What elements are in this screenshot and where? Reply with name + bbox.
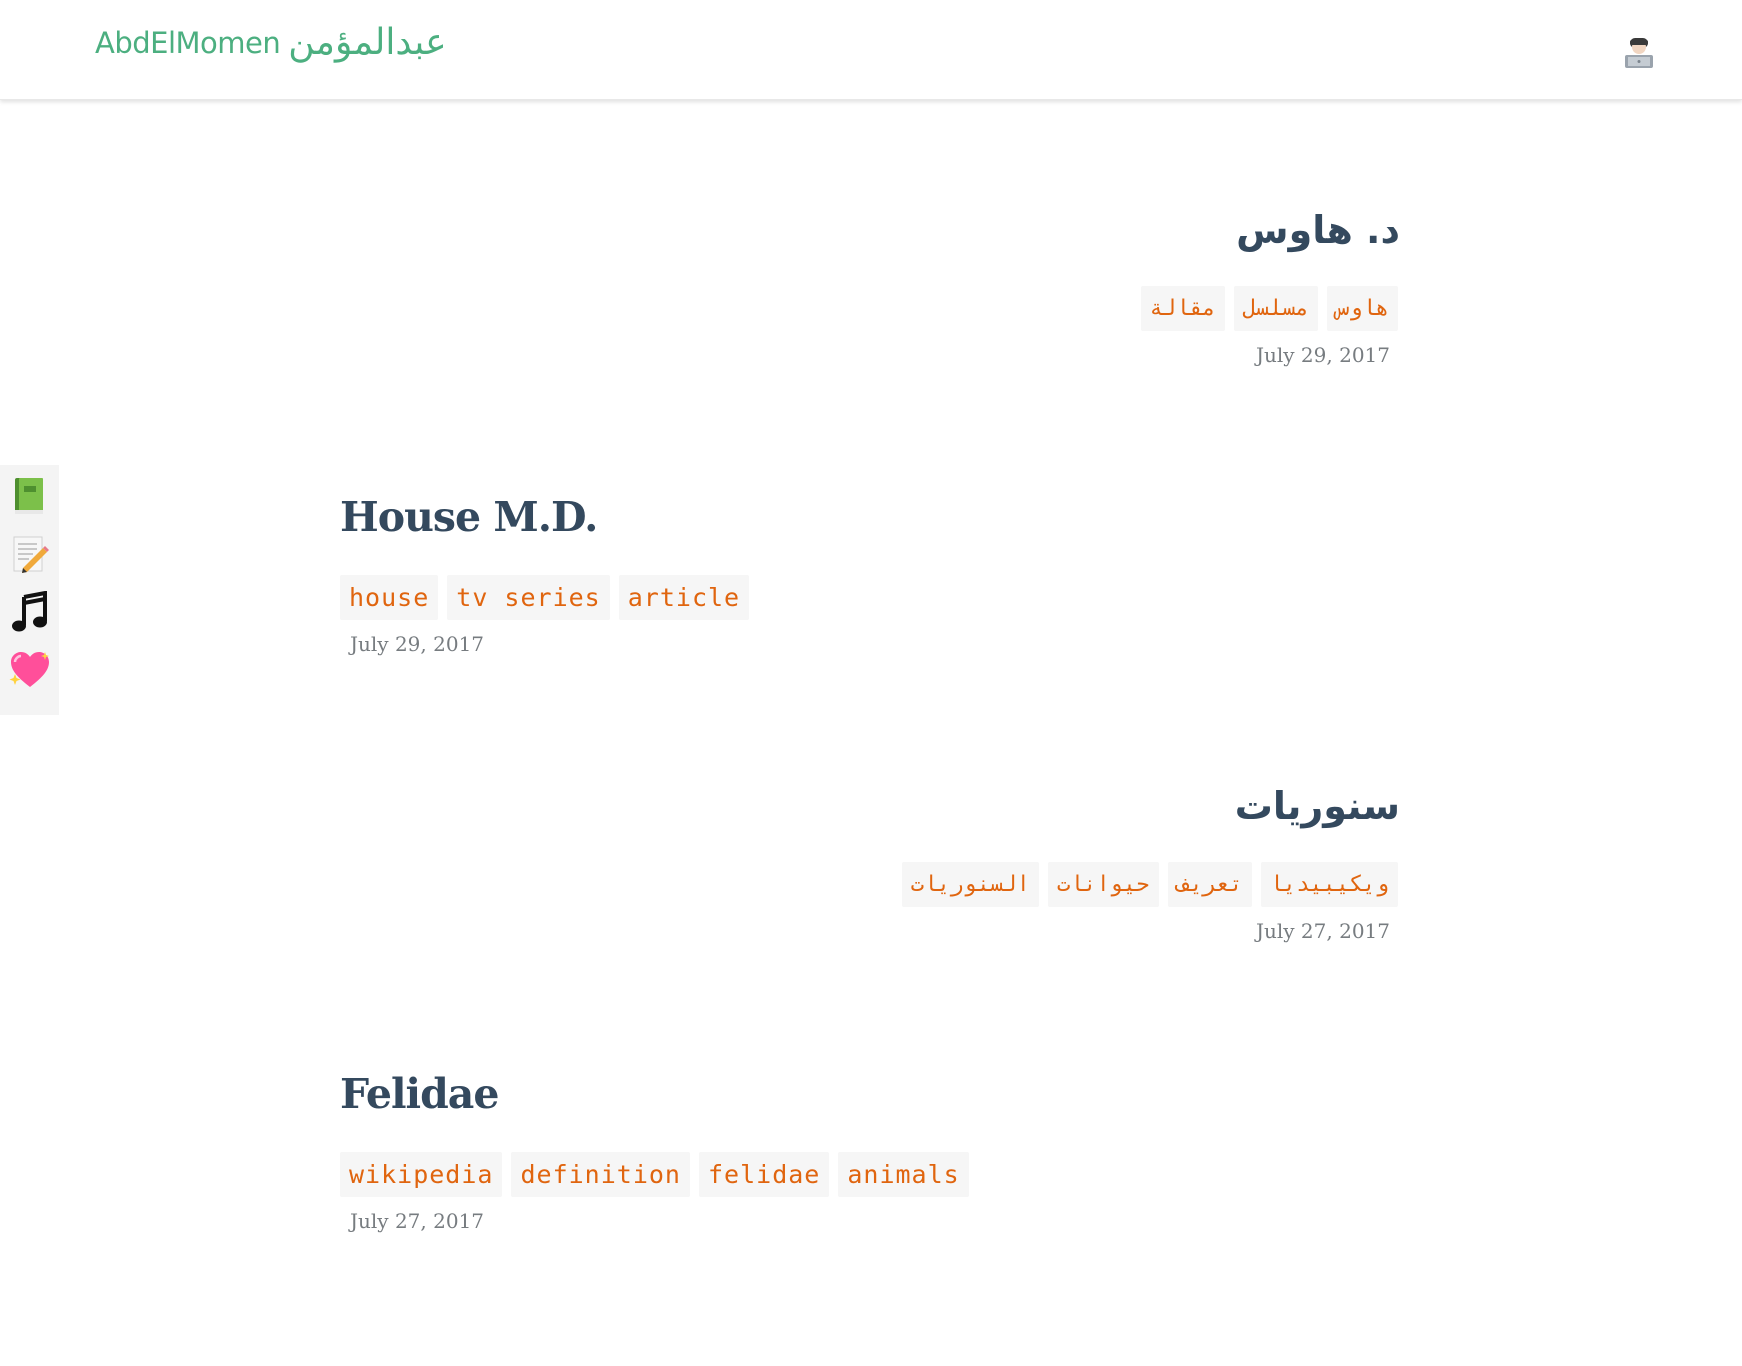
tag[interactable]: ويكيبيديا [1260, 862, 1398, 907]
post-item: سنوريات ويكيبيديا تعريف حيوانات السنوريا… [340, 784, 1401, 943]
sidebar-item-memo[interactable] [8, 527, 52, 585]
tag[interactable]: tv series [447, 575, 610, 620]
tag[interactable]: article [618, 575, 750, 620]
post-date: July 27, 2017 [350, 1209, 485, 1233]
tag-list: house tv series article [340, 575, 1400, 620]
tag[interactable]: حيوانات [1047, 862, 1159, 907]
tag[interactable]: تعريف [1167, 862, 1252, 907]
logo-arabic-text: عبدالمؤمن [288, 22, 447, 63]
tag[interactable]: السنوريات [901, 862, 1039, 907]
tag[interactable]: مقالة [1140, 286, 1225, 331]
sidebar-item-heart[interactable] [8, 643, 52, 701]
tag[interactable]: مسلسل [1233, 286, 1319, 331]
tag[interactable]: house [340, 575, 439, 620]
tag-list: wikipedia definition felidae animals [340, 1152, 1400, 1197]
memo-icon [11, 534, 49, 578]
post-title-link[interactable]: سنوريات [1235, 784, 1401, 828]
tag[interactable]: هاوس [1327, 286, 1398, 331]
sidebar-item-book[interactable] [8, 469, 52, 527]
sparkling-heart-icon [9, 650, 51, 694]
post-title-link[interactable]: House M.D. [340, 493, 598, 541]
user-avatar-icon[interactable] [1624, 36, 1654, 68]
logo-latin-text: AbdElMomen [95, 25, 281, 60]
tag[interactable]: definition [511, 1152, 690, 1197]
music-note-icon [11, 590, 49, 637]
post-date: July 27, 2017 [1255, 919, 1390, 943]
site-logo[interactable]: AbdElMomen عبدالمؤمن [95, 22, 447, 63]
tag-list: هاوس مسلسل مقالة [340, 286, 1400, 331]
tag[interactable]: animals [838, 1152, 969, 1197]
post-item: House M.D. house tv series article July … [340, 493, 1400, 656]
post-date: July 29, 2017 [1255, 343, 1390, 367]
tag[interactable]: wikipedia [340, 1152, 503, 1197]
tag-list: ويكيبيديا تعريف حيوانات السنوريات [340, 862, 1400, 907]
top-bar: AbdElMomen عبدالمؤمن [0, 0, 1742, 100]
post-item: د. هاوس هاوس مسلسل مقالة July 29, 2017 [340, 208, 1401, 367]
sidebar [0, 465, 59, 715]
post-title-link[interactable]: Felidae [340, 1070, 499, 1118]
tag[interactable]: felidae [698, 1152, 830, 1197]
book-icon [13, 476, 47, 520]
post-date: July 29, 2017 [350, 632, 485, 656]
post-item: Felidae wikipedia definition felidae ani… [340, 1070, 1400, 1233]
post-title-link[interactable]: د. هاوس [1236, 208, 1401, 252]
sidebar-item-music[interactable] [8, 585, 52, 643]
